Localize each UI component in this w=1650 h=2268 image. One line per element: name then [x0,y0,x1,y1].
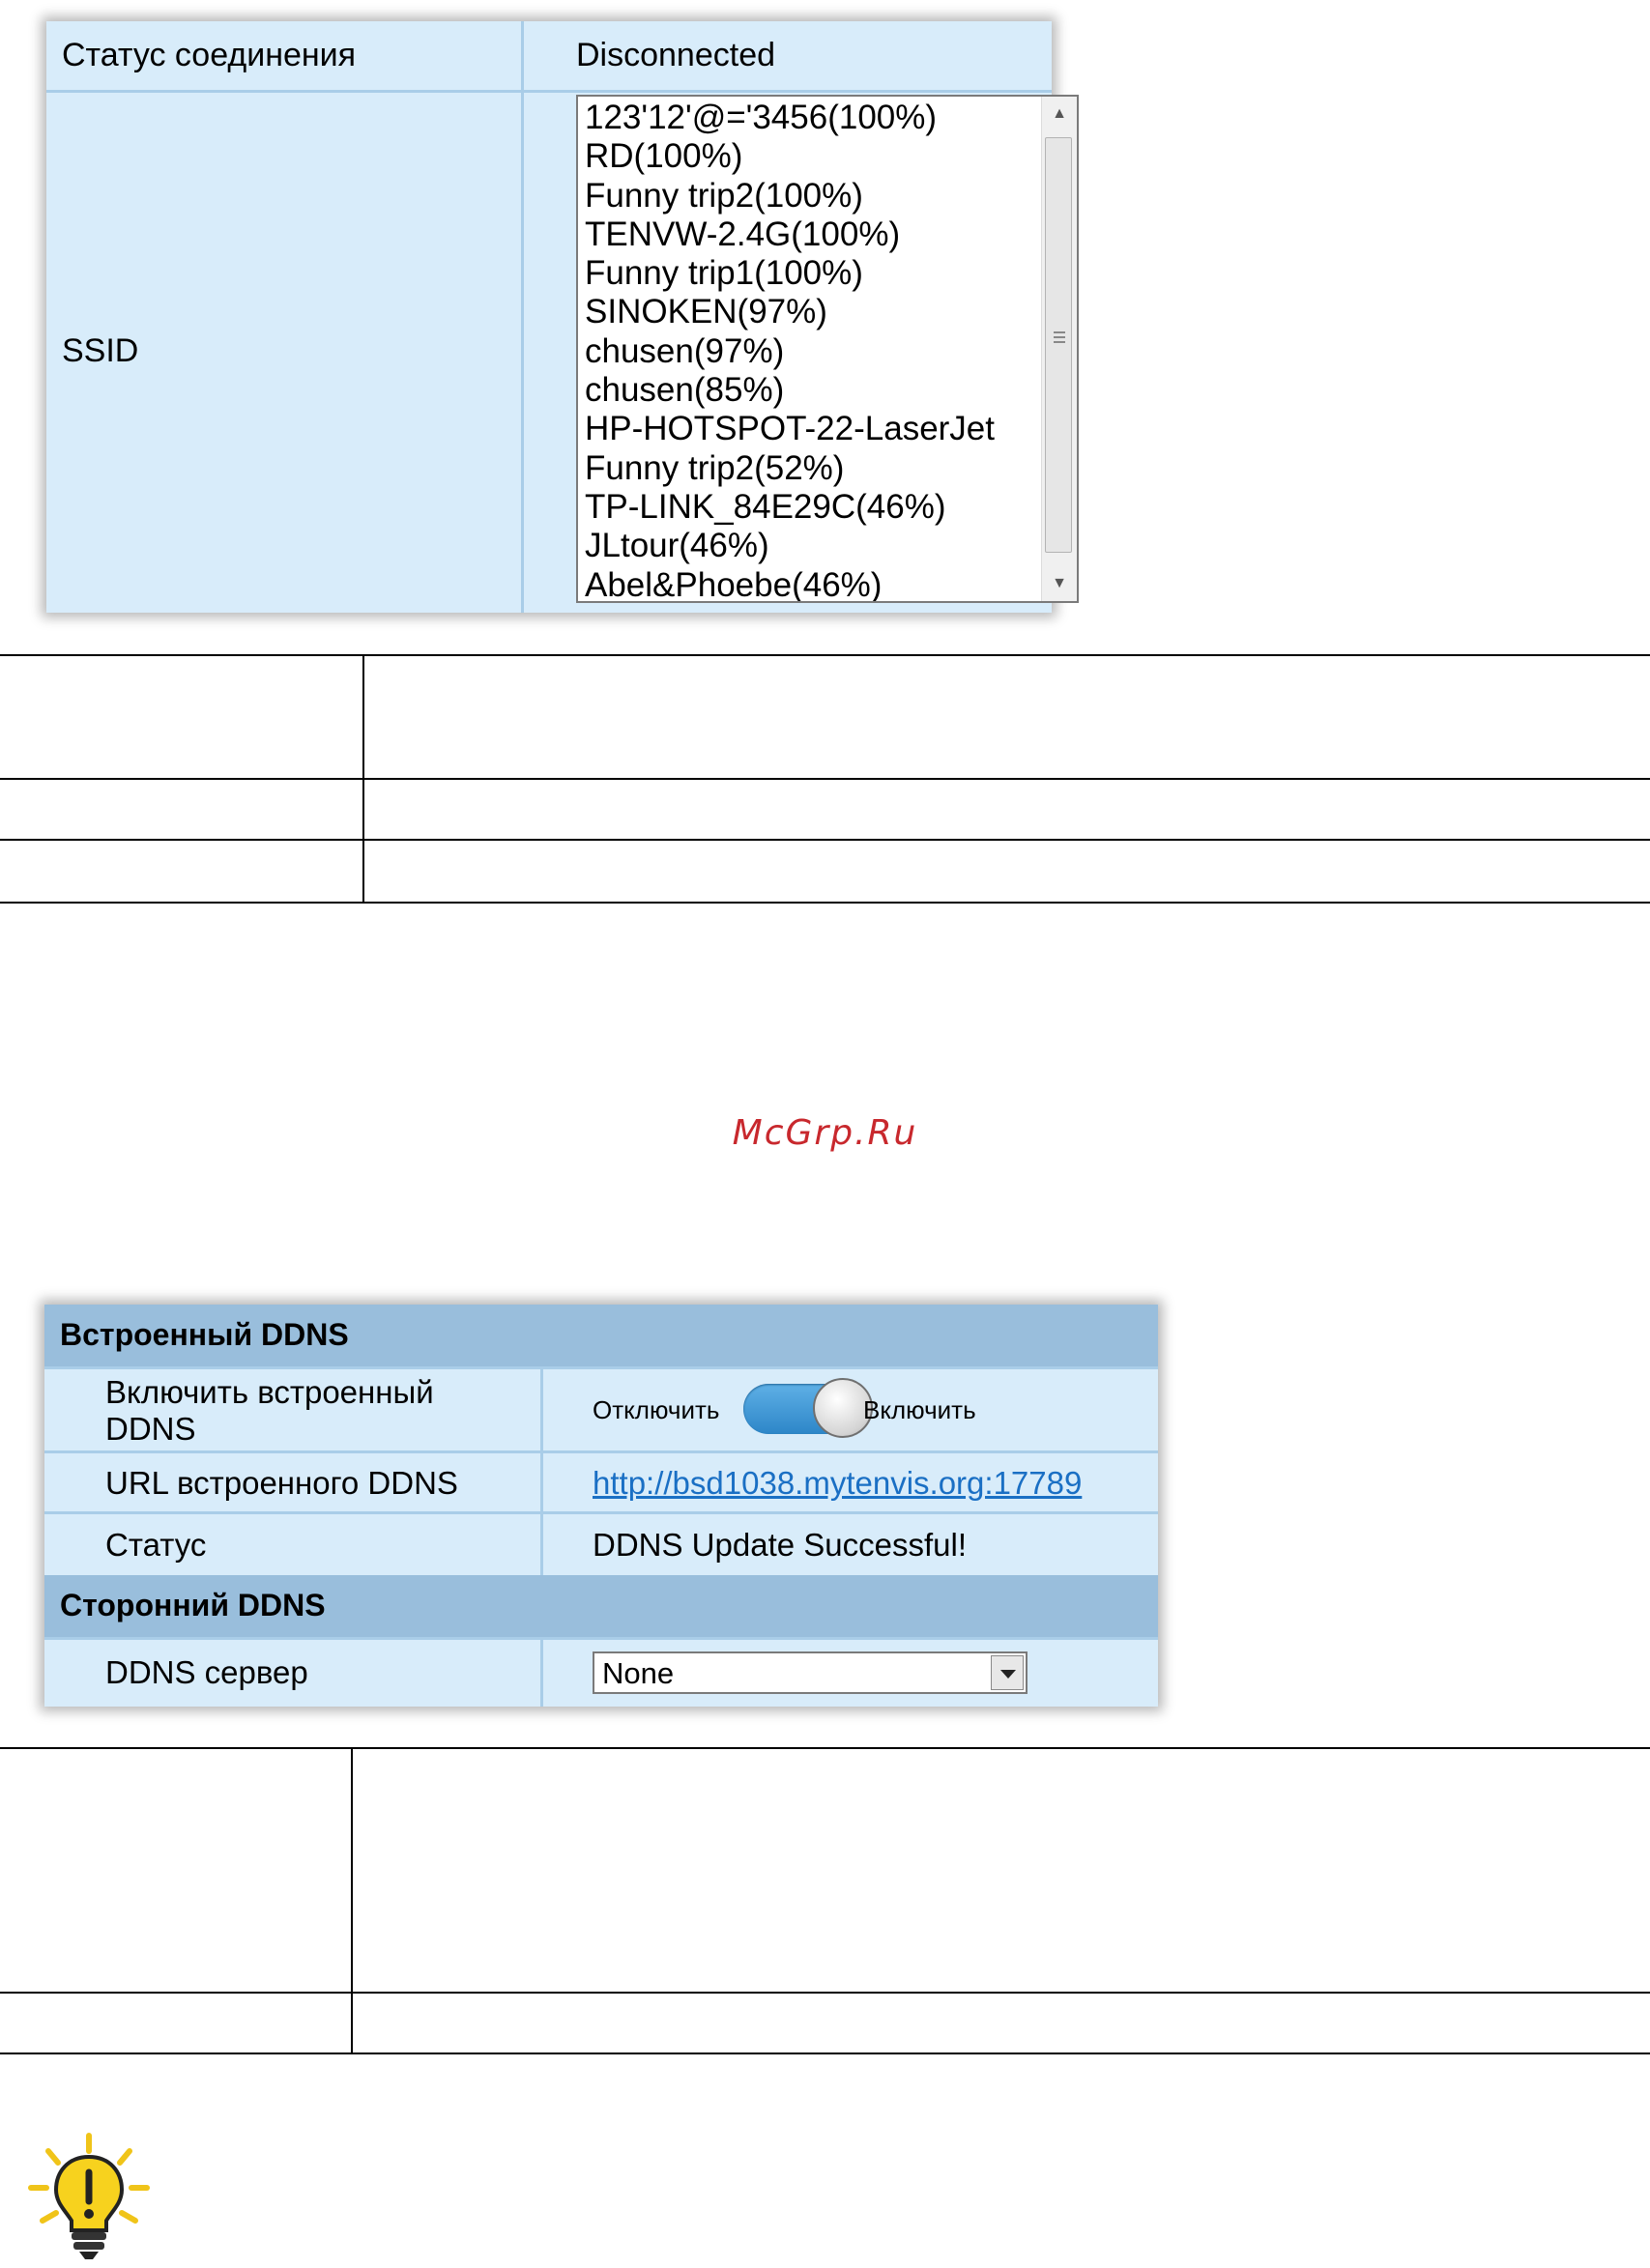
table-rule [0,654,1650,656]
scroll-up-arrow-icon[interactable]: ▲ [1042,97,1077,131]
column-divider [540,1637,543,1707]
ssid-option[interactable]: TENVW-2.4G(100%) [585,215,1029,254]
ssid-items: 123'12'@='3456(100%) RD(100%) Funny trip… [585,99,1029,601]
enable-ddns-label: Включить встроенный DDNS [105,1374,434,1447]
ddns-server-select[interactable]: None [593,1651,1028,1694]
ssid-option[interactable]: 123'12'@='3456(100%) [585,99,1029,137]
grip-icon [1054,331,1065,346]
table-column-rule [362,654,364,904]
scrollbar-thumb[interactable] [1045,137,1072,553]
ssid-scrollbar[interactable]: ▲ ▼ [1041,97,1077,601]
ssid-option[interactable]: chusen(85%) [585,371,1029,410]
ssid-label: SSID [62,332,139,369]
dropdown-arrow-icon[interactable] [991,1655,1024,1690]
connection-status-value: Disconnected [576,37,776,73]
table-rule [0,2053,1650,2054]
ssid-option[interactable]: Funny trip2(52%) [585,449,1029,488]
third-party-ddns-header: Сторонний DDNS [44,1575,1158,1637]
table-rule [0,1747,1650,1749]
toggle-on-label: Включить [863,1395,976,1424]
toggle-off-label: Отключить [593,1395,720,1424]
builtin-ddns-title: Встроенный DDNS [60,1317,349,1352]
ssid-option[interactable]: SINOKEN(97%) [585,293,1029,331]
ddns-status-label: Статус [105,1527,207,1563]
column-divider [540,1366,543,1575]
third-party-ddns-title: Сторонний DDNS [60,1588,326,1622]
ssid-option[interactable]: Funny trip1(100%) [585,254,1029,293]
scroll-down-arrow-icon[interactable]: ▼ [1042,566,1077,601]
ssid-option[interactable]: chusen(97%) [585,332,1029,371]
watermark: McGrp.Ru [732,1113,918,1153]
ddns-status-value: DDNS Update Successful! [593,1527,967,1563]
ssid-option[interactable]: JLtour(46%) [585,527,1029,565]
wifi-status-panel: Статус соединения Disconnected SSID 123'… [46,21,1079,613]
builtin-ddns-header: Встроенный DDNS [44,1305,1158,1366]
table-rule [0,778,1650,780]
ssid-option[interactable]: Abel&Phoebe(46%) [585,566,1029,601]
table-column-rule [351,1747,353,2054]
ssid-option[interactable]: TP-LINK_84E29C(46%) [585,488,1029,527]
ddns-server-selected: None [602,1656,675,1690]
table-rule [0,1992,1650,1994]
ssid-option[interactable]: HP-HOTSPOT-22-LaserJet [585,410,1029,448]
ssid-listbox[interactable]: 123'12'@='3456(100%) RD(100%) Funny trip… [576,95,1079,603]
ddns-url-link[interactable]: http://bsd1038.mytenvis.org:17789 [593,1465,1082,1502]
connection-status-label: Статус соединения [62,37,357,73]
ddns-server-label: DDNS сервер [105,1654,308,1690]
ddns-url-label: URL встроенного DDNS [105,1465,458,1501]
toggle-track[interactable] [743,1378,873,1438]
table-rule [0,902,1650,904]
table-rule [0,839,1650,841]
lightbulb-exclamation-icon [28,2133,150,2259]
ssid-option[interactable]: RD(100%) [585,137,1029,176]
column-divider [521,21,524,613]
ddns-panel: Встроенный DDNS Сторонний DDNS Включить … [44,1305,1158,1707]
ssid-option[interactable]: Funny trip2(100%) [585,177,1029,215]
